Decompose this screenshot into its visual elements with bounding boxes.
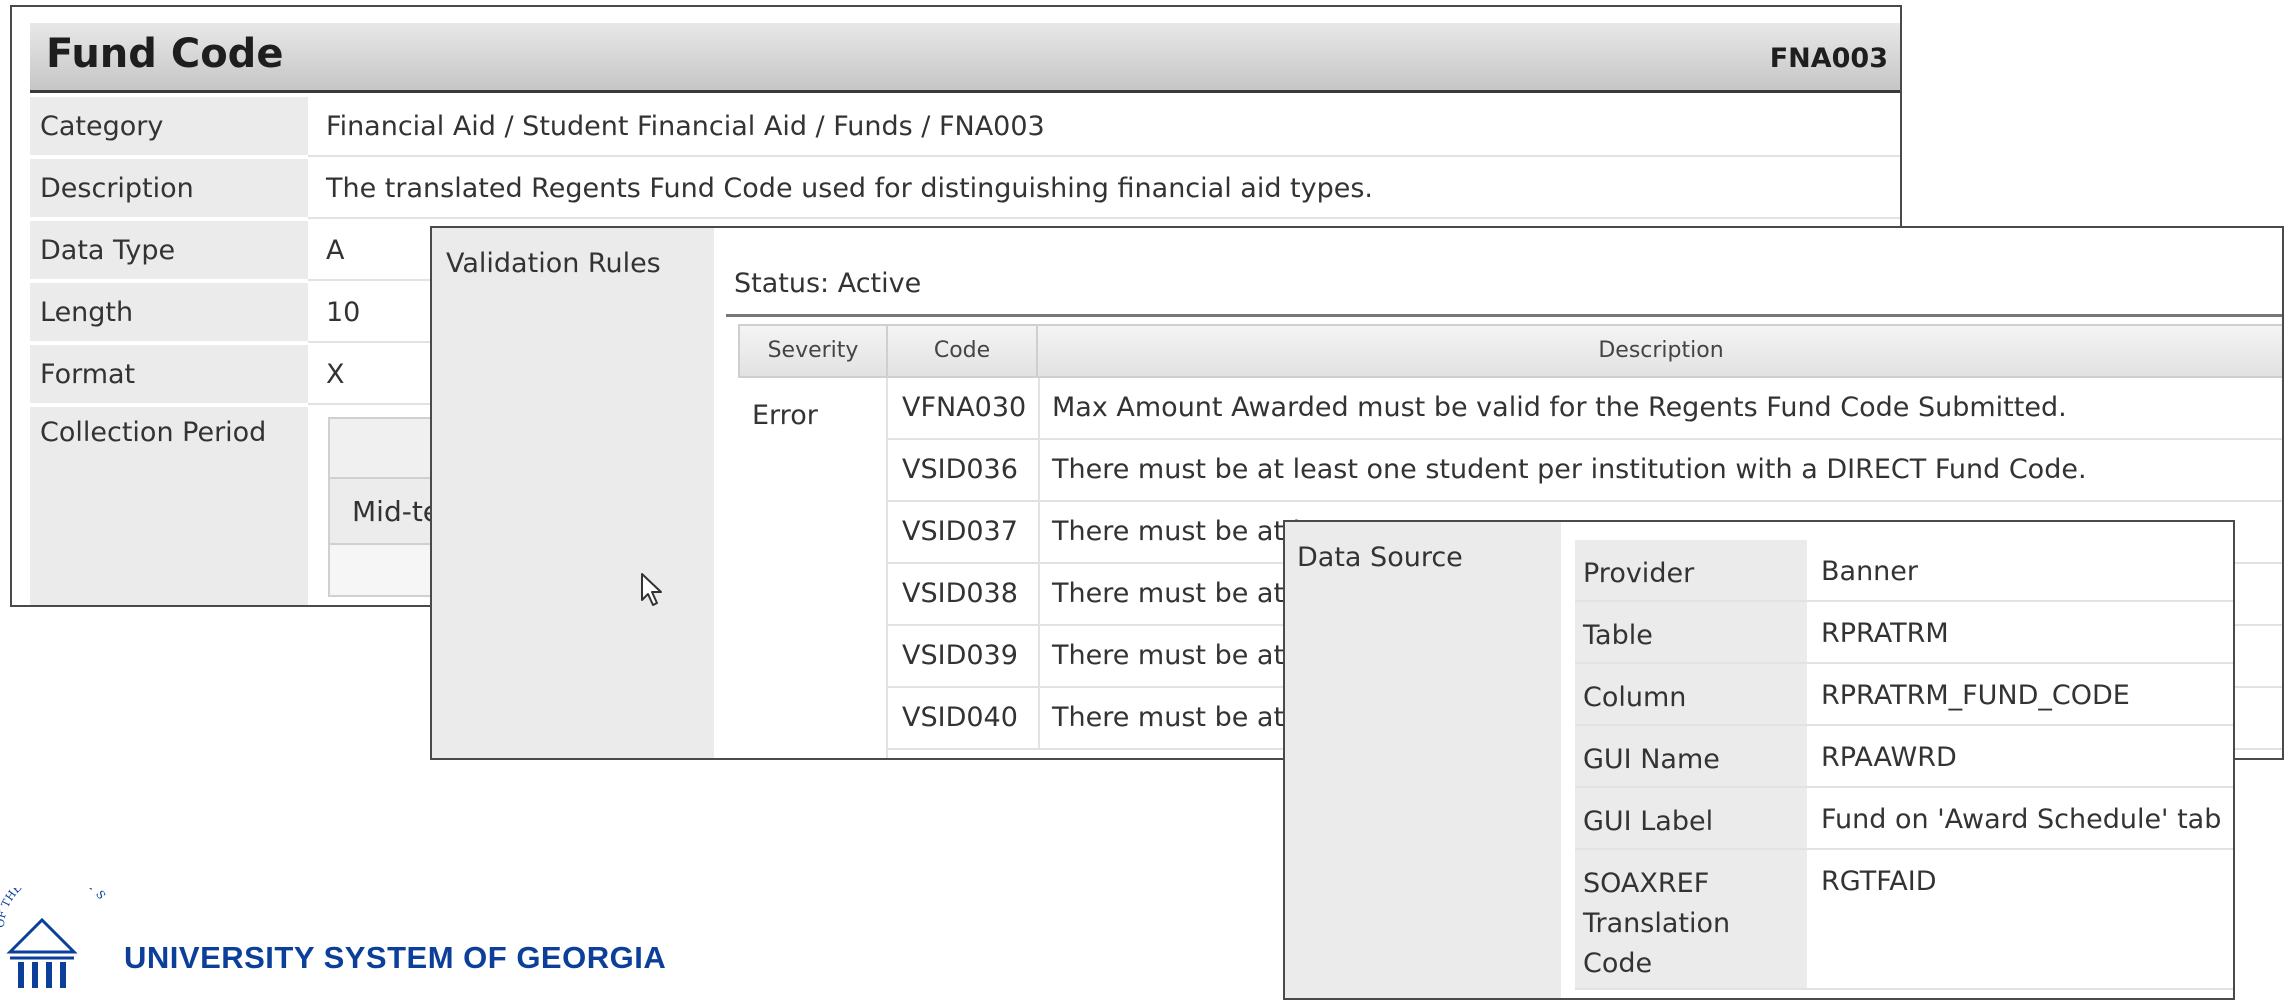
data-type-label: Data Type <box>30 221 308 281</box>
validation-rules-sidebar: Validation Rules <box>432 228 714 758</box>
row-divider <box>1038 626 1040 686</box>
validation-rules-label: Validation Rules <box>446 248 661 279</box>
usg-logo-text: UNIVERSITY SYSTEM OF GEORGIA <box>124 940 667 975</box>
format-label: Format <box>30 345 308 405</box>
rule-code: VSID038 <box>902 578 1018 609</box>
data-source-value: Fund on 'Award Schedule' tab <box>1821 804 2222 835</box>
mouse-cursor-icon <box>641 573 662 606</box>
fund-code-header: Fund Code FNA003 <box>30 23 1900 93</box>
data-source-value: RPRATRM_FUND_CODE <box>1821 680 2130 711</box>
data-source-value: RPRATRM <box>1821 618 1949 649</box>
data-source-key: GUI Label <box>1575 788 1807 848</box>
data-source-row-soaxref: SOAXREF Translation Code RGTFAID <box>1575 850 2233 990</box>
rule-code: VSID040 <box>902 702 1018 733</box>
rule-code: VSID039 <box>902 640 1018 671</box>
seal-text: OF THE UNIVERSITY S <box>0 888 108 928</box>
code-column-header[interactable]: Code <box>886 324 1038 378</box>
table-row: VSID036 There must be at least one stude… <box>888 440 2282 502</box>
data-source-panel: Data Source Provider Banner Table RPRATR… <box>1283 520 2235 1000</box>
row-divider <box>1038 688 1040 748</box>
rule-code: VFNA030 <box>902 392 1027 423</box>
usg-seal-logo: OF THE UNIVERSITY S <box>0 888 108 988</box>
description-value: The translated Regents Fund Code used fo… <box>308 159 1900 219</box>
data-source-row-provider: Provider Banner <box>1575 540 2233 602</box>
table-row: VFNA030 Max Amount Awarded must be valid… <box>888 378 2282 440</box>
data-source-row-column: Column RPRATRM_FUND_CODE <box>1575 664 2233 726</box>
svg-text:OF THE UNIVERSITY S: OF THE UNIVERSITY S <box>0 888 108 928</box>
severity-column-header[interactable]: Severity <box>738 324 888 378</box>
fund-code-title: Fund Code <box>46 31 284 77</box>
collection-period-midterm: Mid-te <box>352 495 441 528</box>
status-divider <box>726 314 2282 317</box>
data-source-value: RPAAWRD <box>1821 742 1957 773</box>
category-value: Financial Aid / Student Financial Aid / … <box>308 97 1900 157</box>
data-source-key: Column <box>1575 664 1807 724</box>
rule-description: There must be at least one student per i… <box>1052 454 2087 485</box>
category-label: Category <box>30 97 308 157</box>
data-source-key: Table <box>1575 602 1807 662</box>
description-column-header[interactable]: Description <box>1036 324 2282 378</box>
rule-code: VSID036 <box>902 454 1018 485</box>
data-source-row-table: Table RPRATRM <box>1575 602 2233 664</box>
rule-description: Max Amount Awarded must be valid for the… <box>1052 392 2067 423</box>
rule-description: There must be at l <box>1052 516 1301 547</box>
data-source-key: GUI Name <box>1575 726 1807 786</box>
validation-status: Status: Active <box>734 268 922 299</box>
data-source-row-gui-name: GUI Name RPAAWRD <box>1575 726 2233 788</box>
data-source-label: Data Source <box>1297 542 1463 573</box>
rule-description: There must be at l <box>1052 640 1301 671</box>
row-divider <box>1038 502 1040 562</box>
fund-code-id: FNA003 <box>1769 43 1888 74</box>
data-source-sidebar: Data Source <box>1285 522 1561 998</box>
data-source-key: SOAXREF Translation Code <box>1575 850 1807 988</box>
data-source-value: Banner <box>1821 556 1919 587</box>
data-source-value: RGTFAID <box>1821 866 1937 897</box>
rule-code: VSID037 <box>902 516 1018 547</box>
data-source-row-gui-label: GUI Label Fund on 'Award Schedule' tab <box>1575 788 2233 850</box>
row-divider <box>1038 440 1040 500</box>
severity-error: Error <box>752 400 818 431</box>
rule-description: There must be at l <box>1052 702 1301 733</box>
description-label: Description <box>30 159 308 219</box>
data-source-key: Provider <box>1575 540 1807 600</box>
collection-period-label: Collection Period <box>30 407 308 605</box>
row-divider <box>1038 564 1040 624</box>
length-label: Length <box>30 283 308 343</box>
rule-description: There must be at l <box>1052 578 1301 609</box>
row-divider <box>1038 378 1040 438</box>
